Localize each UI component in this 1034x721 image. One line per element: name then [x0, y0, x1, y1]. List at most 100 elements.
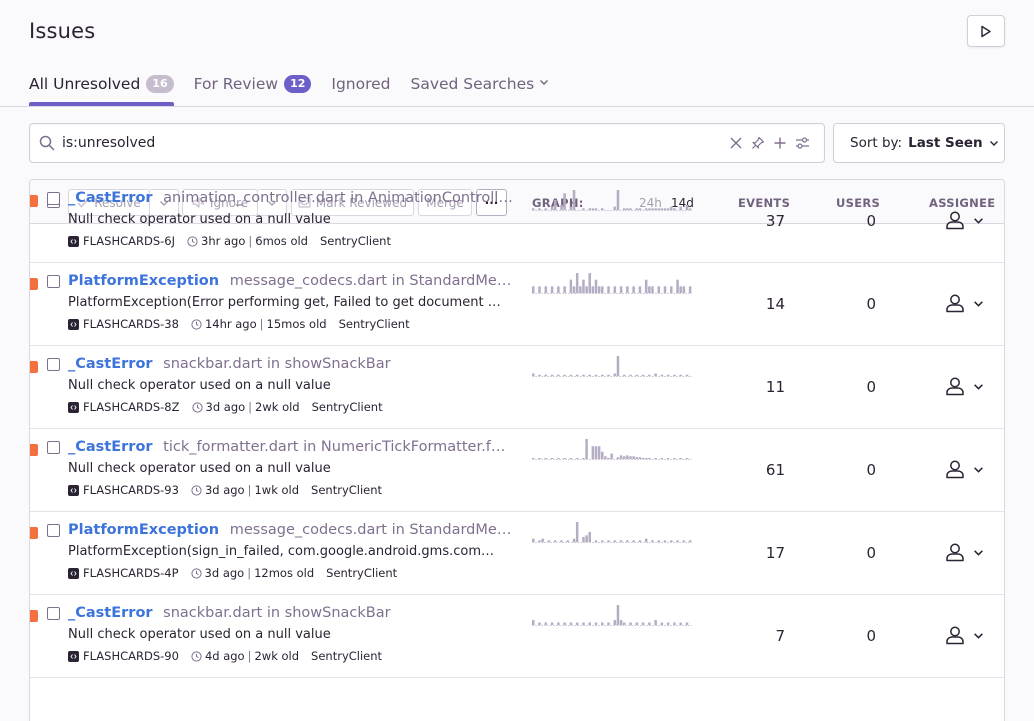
sparkline-bar [538, 286, 541, 293]
tab-saved-searches[interactable]: Saved Searches [411, 68, 550, 106]
event-count[interactable]: 7 [690, 627, 785, 645]
issue-row[interactable]: _CastError tick_formatter.dart in Numeri… [30, 429, 1004, 512]
issue-type[interactable]: PlatformException [68, 273, 219, 289]
issue-type[interactable]: _CastError [68, 190, 153, 206]
sparkline-bar [654, 208, 657, 210]
last-seen[interactable]: 3d ago [205, 483, 245, 497]
issue-short-id[interactable]: FLASHCARDS-93 [83, 483, 179, 497]
sparkline-bar [632, 540, 635, 542]
issue-row[interactable]: PlatformException message_codecs.dart in… [30, 512, 1004, 595]
sparkline-bar [666, 208, 670, 210]
play-button[interactable] [967, 15, 1005, 47]
event-count[interactable]: 61 [690, 461, 785, 479]
assignee-selector[interactable] [945, 376, 984, 396]
issue-title[interactable]: PlatformException message_codecs.dart in… [68, 522, 513, 538]
play-icon [981, 25, 991, 37]
issue-title[interactable]: _CastError animation_controller.dart in … [68, 190, 513, 206]
sparkline-bar [682, 540, 686, 542]
issue-type[interactable]: _CastError [68, 605, 153, 621]
assignee-selector[interactable] [945, 459, 984, 479]
event-count[interactable]: 37 [690, 212, 785, 230]
issue-type[interactable]: PlatformException [68, 522, 219, 538]
assignee-selector[interactable] [945, 210, 984, 230]
event-count[interactable]: 14 [690, 295, 785, 313]
issue-title[interactable]: PlatformException message_codecs.dart in… [68, 273, 513, 289]
first-seen[interactable]: 2wk old [255, 400, 300, 414]
add-icon[interactable] [773, 136, 787, 150]
event-sparkline [532, 522, 692, 543]
issue-short-id[interactable]: FLASHCARDS-6J [83, 234, 175, 248]
user-count[interactable]: 0 [820, 544, 876, 562]
search-input[interactable]: is:unresolved [62, 135, 155, 151]
issue-meta: FLASHCARDS-4P 3d ago | 12mos old SentryC… [68, 566, 397, 580]
issue-checkbox[interactable] [47, 358, 60, 371]
search-bar[interactable]: is:unresolved [29, 123, 825, 163]
user-count[interactable]: 0 [820, 212, 876, 230]
sparkline-bar [641, 374, 645, 376]
user-count[interactable]: 0 [820, 461, 876, 479]
assignee-selector[interactable] [945, 542, 984, 562]
tab-all-unresolved[interactable]: All Unresolved 16 [29, 68, 174, 106]
sparkline-bar [594, 622, 598, 625]
issue-title[interactable]: _CastError snackbar.dart in showSnackBar [68, 605, 513, 621]
issue-type[interactable]: _CastError [68, 439, 153, 455]
sparkline-bar [601, 374, 604, 376]
first-seen[interactable]: 1wk old [254, 483, 299, 497]
sparkline-bar [644, 279, 648, 293]
user-icon [946, 211, 964, 230]
sliders-icon[interactable] [795, 136, 810, 150]
issue-meta: FLASHCARDS-93 3d ago | 1wk old SentryCli… [68, 483, 382, 497]
issue-type[interactable]: _CastError [68, 356, 153, 372]
sparkline-bar [601, 622, 604, 625]
issue-row[interactable]: _CastError snackbar.dart in showSnackBar… [30, 346, 1004, 429]
sparkline-bar [601, 451, 604, 459]
user-count[interactable]: 0 [820, 627, 876, 645]
issue-checkbox[interactable] [47, 275, 60, 288]
issue-row[interactable]: _CastError animation_controller.dart in … [30, 180, 1004, 263]
issue-row[interactable]: _CastError snackbar.dart in showSnackBar… [30, 595, 1004, 678]
first-seen[interactable]: 15mos old [267, 317, 327, 331]
issue-title[interactable]: _CastError tick_formatter.dart in Numeri… [68, 439, 513, 455]
sparkline-bar [657, 286, 660, 293]
sort-dropdown[interactable]: Sort by: Last Seen [833, 123, 1005, 163]
sparkline-bar [613, 286, 617, 293]
user-count[interactable]: 0 [820, 378, 876, 396]
first-seen[interactable]: 2wk old [254, 649, 299, 663]
first-seen[interactable]: 6mos old [255, 234, 308, 248]
issue-checkbox[interactable] [47, 441, 60, 454]
last-seen[interactable]: 3d ago [206, 400, 246, 414]
issue-short-id[interactable]: FLASHCARDS-90 [83, 649, 179, 663]
sparkline-bar [585, 286, 588, 293]
tab-ignored[interactable]: Ignored [331, 68, 390, 106]
sparkline-bar [626, 540, 629, 542]
assignee-selector[interactable] [945, 625, 984, 645]
project-icon [68, 318, 79, 330]
assignee-selector[interactable] [945, 293, 984, 313]
last-seen[interactable]: 3hr ago [201, 234, 245, 248]
sparkline-bar [613, 206, 617, 210]
sparkline-bar [663, 208, 667, 210]
event-count[interactable]: 11 [690, 378, 785, 396]
last-seen[interactable]: 4d ago [205, 649, 245, 663]
issue-tabs: All Unresolved 16 For Review 12 Ignored … [29, 68, 569, 106]
event-count[interactable]: 17 [690, 544, 785, 562]
clear-icon[interactable] [729, 136, 743, 150]
issue-short-id[interactable]: FLASHCARDS-4P [83, 566, 179, 580]
issue-short-id[interactable]: FLASHCARDS-38 [83, 317, 179, 331]
last-seen[interactable]: 14hr ago [205, 317, 257, 331]
issue-checkbox[interactable] [47, 607, 60, 620]
last-seen[interactable]: 3d ago [205, 566, 245, 580]
issue-title[interactable]: _CastError snackbar.dart in showSnackBar [68, 356, 513, 372]
sparkline-bar [616, 457, 620, 459]
first-seen[interactable]: 12mos old [254, 566, 314, 580]
issue-short-id[interactable]: FLASHCARDS-8Z [83, 400, 180, 414]
issue-checkbox[interactable] [47, 524, 60, 537]
sparkline-bar [638, 457, 642, 459]
pin-icon[interactable] [751, 136, 765, 150]
issue-checkbox[interactable] [47, 192, 60, 205]
clock-icon [187, 235, 198, 247]
sparkline-bar [660, 374, 664, 376]
user-count[interactable]: 0 [820, 295, 876, 313]
tab-for-review[interactable]: For Review 12 [194, 68, 312, 106]
issue-row[interactable]: PlatformException message_codecs.dart in… [30, 263, 1004, 346]
